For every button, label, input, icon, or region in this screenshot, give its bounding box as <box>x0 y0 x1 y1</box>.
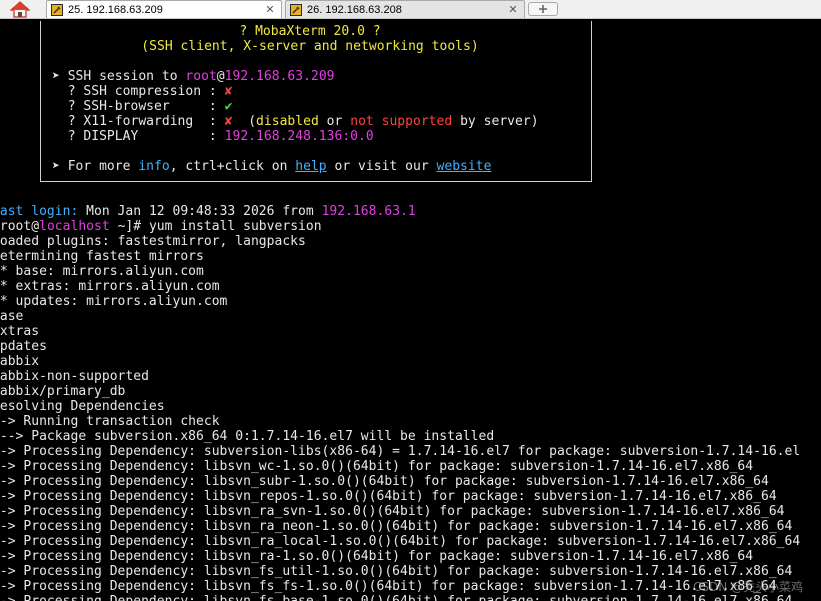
home-icon <box>10 1 30 18</box>
banner-more-line: ➤ For more info, ctrl+click on help or v… <box>52 159 491 174</box>
terminal-wrench-icon <box>51 3 63 16</box>
output-line: --> Running transaction check <box>0 414 220 429</box>
output-line: zabbix <box>0 354 40 369</box>
banner-subtitle-line: (SSH client, X-server and networking too… <box>68 39 552 54</box>
display-value: 192.168.248.136:0.0 <box>224 129 374 144</box>
new-tab-button[interactable] <box>528 2 558 16</box>
output-line: zabbix-non-supported <box>0 369 149 384</box>
mobaxterm-window: 25. 192.168.63.209 ✕ 26. 192.168.63.208 … <box>0 0 821 601</box>
output-line: --> Processing Dependency: libsvn_repos-… <box>0 489 777 504</box>
more-mid: , ctrl+click on <box>169 159 296 174</box>
tab-session-25[interactable]: 25. 192.168.63.209 ✕ <box>46 0 282 18</box>
banner-compression-line: ? SSH compression : ✘ <box>52 84 233 99</box>
output-line: ---> Package subversion.x86_64 0:1.7.14-… <box>0 429 495 444</box>
output-line: * base: mirrors.aliyun.com <box>0 264 204 279</box>
x11-note-not-supported: not supported <box>350 114 453 129</box>
session-at: @ <box>216 69 225 84</box>
x11-note-open: ( <box>232 114 257 129</box>
banner-session-line: ➤ SSH session to root@192.168.63.209 <box>52 69 335 84</box>
output-line: * updates: mirrors.aliyun.com <box>0 294 228 309</box>
cross-icon: ✘ <box>224 84 233 99</box>
last-login-label: Last login: <box>0 204 87 219</box>
banner-title: ? MobaXterm 20.0 ? <box>239 24 381 39</box>
output-line: --> Processing Dependency: libsvn_ra-1.s… <box>0 549 754 564</box>
display-label: ? DISPLAY : <box>52 129 225 144</box>
banner-subtitle: (SSH client, X-server and networking too… <box>141 39 479 54</box>
x11-note-or: or <box>318 114 351 129</box>
banner-display-line: ? DISPLAY : 192.168.248.136:0.0 <box>52 129 374 144</box>
prompt-host: localhost <box>39 219 110 234</box>
output-line: Resolving Dependencies <box>0 399 165 414</box>
banner-browser-line: ? SSH-browser : ✔ <box>52 99 233 114</box>
website-link[interactable]: website <box>437 159 492 174</box>
output-line: --> Processing Dependency: libsvn_fs_uti… <box>0 564 793 579</box>
home-button[interactable] <box>0 0 40 19</box>
output-line: --> Processing Dependency: libsvn_subr-1… <box>0 474 769 489</box>
x11-label: ? X11-forwarding : <box>52 114 225 129</box>
output-line: updates <box>0 339 47 354</box>
output-line: Determining fastest mirrors <box>0 249 204 264</box>
output-line: --> Processing Dependency: libsvn_fs_fs-… <box>0 579 777 594</box>
close-icon[interactable]: ✕ <box>506 3 520 16</box>
prompt-open: [root@ <box>0 219 40 234</box>
session-host: 192.168.63.209 <box>224 69 335 84</box>
tab-title: 25. 192.168.63.209 <box>68 3 163 16</box>
output-line: --> Processing Dependency: libsvn_fs_bas… <box>0 594 792 601</box>
info-link[interactable]: info <box>138 159 169 174</box>
output-line: base <box>0 309 24 324</box>
cross-icon: ✘ <box>224 114 233 129</box>
more-prefix: ➤ For more <box>52 159 139 174</box>
last-login-ip: 192.168.63.1 <box>321 204 416 219</box>
more-mid2: or visit our <box>326 159 437 174</box>
x11-note-end: by server) <box>452 114 539 129</box>
output-line: * extras: mirrors.aliyun.com <box>0 279 220 294</box>
terminal-area[interactable]: ? MobaXterm 20.0 ? (SSH client, X-server… <box>0 19 821 601</box>
output-line: --> Processing Dependency: subversion-li… <box>0 444 801 459</box>
new-tab-icon <box>539 5 547 13</box>
tab-session-26[interactable]: 26. 192.168.63.208 ✕ <box>285 0 525 18</box>
output-line: extras <box>0 324 40 339</box>
tab-bar: 25. 192.168.63.209 ✕ 26. 192.168.63.208 … <box>0 0 821 19</box>
close-icon[interactable]: ✕ <box>263 3 277 16</box>
prompt-line: [root@localhost ~]# yum install subversi… <box>0 219 322 234</box>
banner-title-line: ? MobaXterm 20.0 ? <box>68 24 552 39</box>
output-line: --> Processing Dependency: libsvn_ra_neo… <box>0 519 793 534</box>
watermark: CSDN @秃头小菜鸡 <box>692 580 803 594</box>
help-link[interactable]: help <box>295 159 326 174</box>
session-prefix: ➤ SSH session to <box>52 69 186 84</box>
output-line: zabbix/primary_db <box>0 384 126 399</box>
tab-title: 26. 192.168.63.208 <box>307 3 402 16</box>
last-login-date: Mon Jan 12 09:48:33 2026 from <box>86 204 322 219</box>
output-line: --> Processing Dependency: libsvn_ra_loc… <box>0 534 801 549</box>
prompt-command: ~]# yum install subversion <box>109 219 322 234</box>
browser-label: ? SSH-browser : <box>52 99 225 114</box>
banner-x11-line: ? X11-forwarding : ✘ (disabled or not su… <box>52 114 539 129</box>
output-line: --> Processing Dependency: libsvn_wc-1.s… <box>0 459 754 474</box>
compression-label: ? SSH compression : <box>52 84 225 99</box>
session-user: root <box>185 69 217 84</box>
output-line: Loaded plugins: fastestmirror, langpacks <box>0 234 306 249</box>
x11-note-disabled: disabled <box>256 114 319 129</box>
check-icon: ✔ <box>224 99 233 114</box>
output-line: --> Processing Dependency: libsvn_ra_svn… <box>0 504 785 519</box>
terminal-wrench-icon <box>290 3 302 16</box>
last-login-line: Last login: Mon Jan 12 09:48:33 2026 fro… <box>0 204 416 219</box>
